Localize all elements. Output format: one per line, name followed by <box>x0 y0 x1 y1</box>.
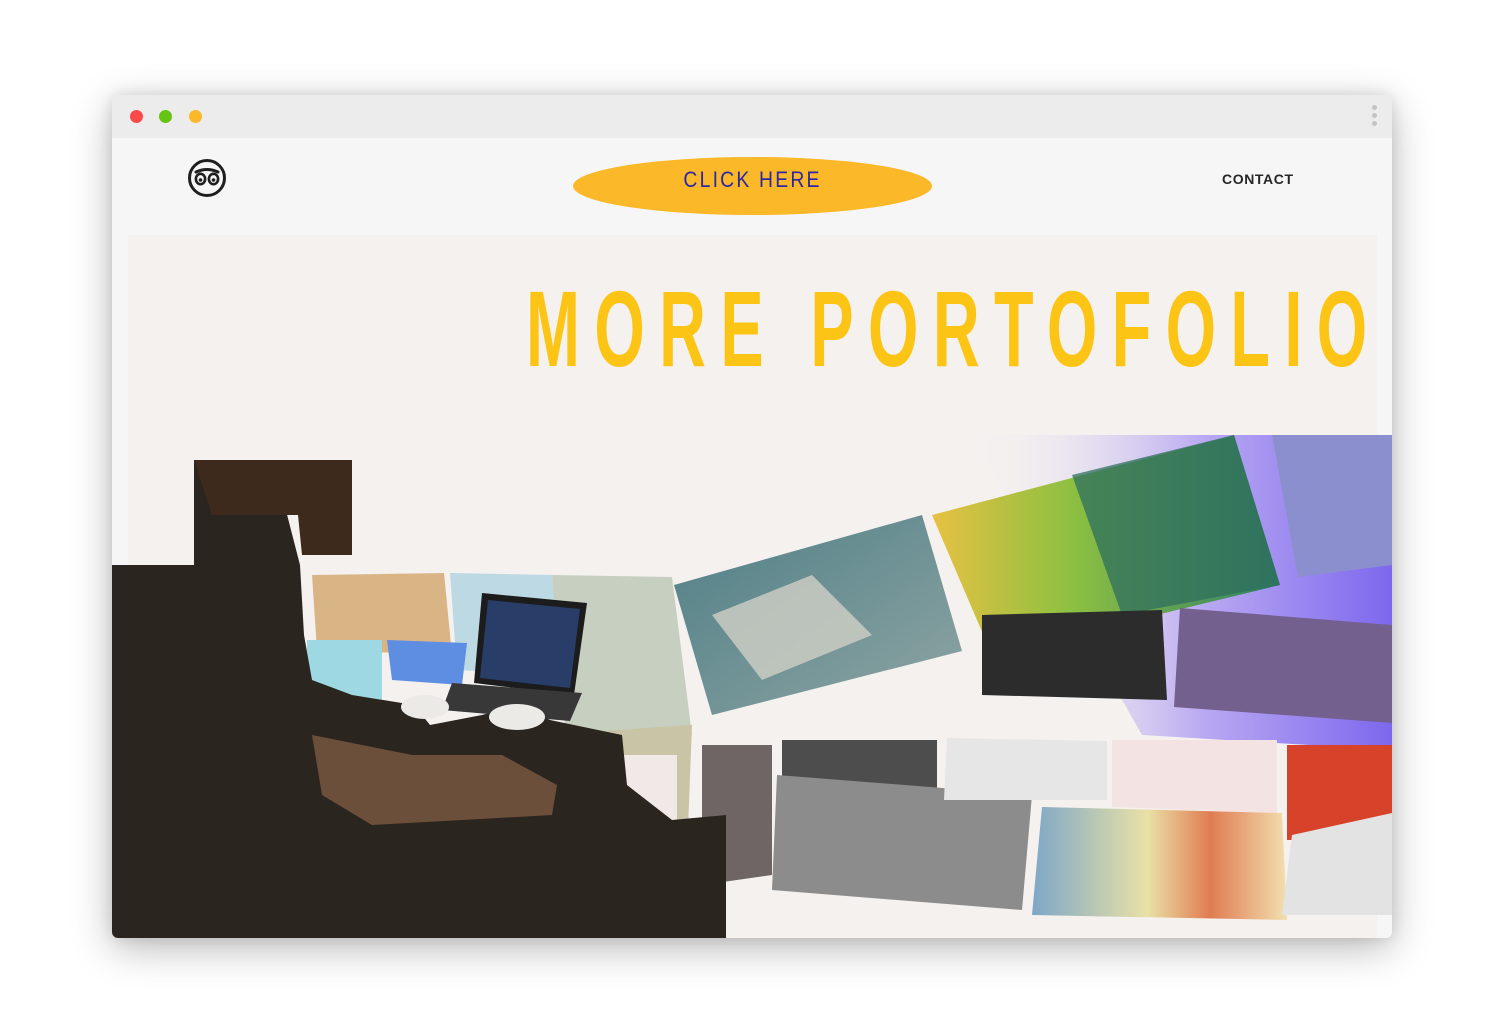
browser-window: CLICK HERE CONTACT MORE PORTOFOLIO <box>112 95 1392 938</box>
map-collage-image <box>112 435 1392 938</box>
